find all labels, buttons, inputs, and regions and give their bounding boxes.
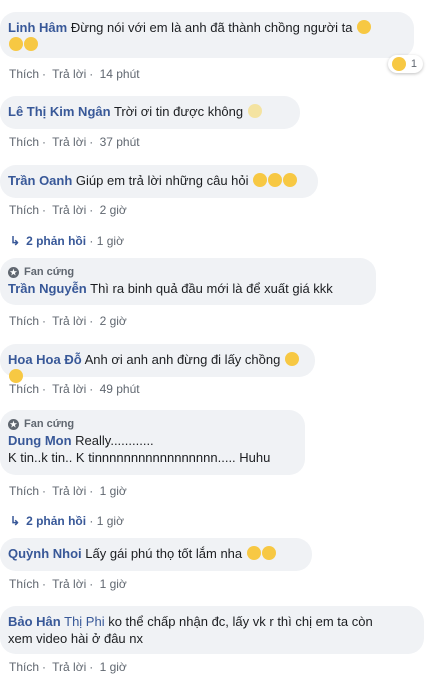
comment-actions: Thích · Trả lời · 2 giờ bbox=[9, 203, 127, 217]
comment-bubble-8: Bảo Hân Thị Phi ko thể chấp nhận đc, lấy… bbox=[0, 606, 424, 654]
reaction-count: 1 bbox=[410, 58, 417, 70]
comment-bubble-7: Quỳnh Nhoi Lấy gái phú thọ tốt lắm nha bbox=[0, 538, 312, 571]
timestamp[interactable]: 1 giờ bbox=[100, 577, 127, 591]
tired-face-emoji-icon bbox=[284, 352, 299, 366]
comment-text: Thì ra binh quả đầu mới là để xuất giá k… bbox=[90, 281, 333, 296]
like-button[interactable]: Thích bbox=[9, 577, 39, 591]
reply-time: 1 giờ bbox=[96, 514, 124, 528]
timestamp[interactable]: 14 phút bbox=[100, 67, 140, 81]
comment-actions: Thích · Trả lời · 1 giờ bbox=[9, 484, 127, 498]
top-fan-icon: ★ bbox=[8, 267, 19, 278]
like-button[interactable]: Thích bbox=[9, 314, 39, 328]
disappointed-emoji-icon bbox=[253, 173, 268, 187]
comment-actions: Thích · Trả lời · 1 giờ bbox=[9, 577, 127, 591]
comment-text: Trời ơi tin được không bbox=[113, 104, 244, 119]
comment-bubble-6: ★ Fan cứng Dung Mon Really............ K… bbox=[0, 410, 305, 475]
commenter-name[interactable]: Linh Hâm bbox=[8, 20, 67, 35]
smiling-emoji-icon bbox=[246, 546, 261, 560]
comment-actions: Thích · Trả lời · 14 phút bbox=[9, 67, 140, 81]
tired-face-emoji-icon bbox=[9, 369, 23, 383]
timestamp[interactable]: 1 giờ bbox=[100, 484, 127, 498]
reply-arrow-icon: ↳ bbox=[10, 234, 21, 248]
fan-badge-label: Fan cứng bbox=[24, 418, 75, 430]
fan-badge-label: Fan cứng bbox=[24, 266, 75, 278]
like-button[interactable]: Thích bbox=[9, 203, 39, 217]
like-button[interactable]: Thích bbox=[9, 660, 39, 674]
reply-button[interactable]: Trả lời bbox=[52, 67, 86, 81]
comment-actions: Thích · Trả lời · 37 phút bbox=[9, 135, 140, 149]
timestamp[interactable]: 49 phút bbox=[100, 382, 140, 396]
reply-button[interactable]: Trả lời bbox=[52, 135, 86, 149]
comment-bubble-5: Hoa Hoa Đỗ Anh ơi anh anh đừng đi lấy ch… bbox=[0, 344, 315, 383]
commenter-name[interactable]: Hoa Hoa Đỗ bbox=[8, 352, 82, 367]
like-button[interactable]: Thích bbox=[9, 135, 39, 149]
reply-button[interactable]: Trả lời bbox=[52, 203, 86, 217]
commenter-name[interactable]: Quỳnh Nhoi bbox=[8, 546, 82, 561]
comment-text: ko thể chấp nhận đc, lấy vk r thì chị em… bbox=[108, 614, 373, 629]
timestamp[interactable]: 2 giờ bbox=[100, 314, 127, 328]
comment-bubble-1: Linh Hâm Đừng nói với em là anh đã thành… bbox=[0, 12, 414, 58]
timestamp[interactable]: 1 giờ bbox=[100, 660, 127, 674]
reply-button[interactable]: Trả lời bbox=[52, 314, 86, 328]
reply-button[interactable]: Trả lời bbox=[52, 382, 86, 396]
top-fan-icon: ★ bbox=[8, 419, 19, 430]
reply-count[interactable]: 2 phản hồi bbox=[26, 514, 86, 528]
reply-button[interactable]: Trả lời bbox=[52, 577, 86, 591]
disappointed-emoji-icon bbox=[268, 173, 283, 187]
view-replies-link[interactable]: ↳ 2 phản hồi · 1 giờ bbox=[10, 234, 124, 248]
comment-text: Really............ bbox=[75, 433, 154, 448]
haha-reaction-icon bbox=[391, 57, 406, 71]
reply-count[interactable]: 2 phản hồi bbox=[26, 234, 86, 248]
comment-bubble-2: Lê Thị Kim Ngân Trời ơi tin được không bbox=[0, 96, 300, 129]
comment-text: Anh ơi anh anh đừng đi lấy chồng bbox=[84, 352, 281, 367]
fearful-emoji-icon bbox=[24, 37, 38, 51]
commenter-name[interactable]: Lê Thị Kim Ngân bbox=[8, 104, 111, 119]
comment-text: Lấy gái phú thọ tốt lắm nha bbox=[85, 546, 243, 561]
reply-time: 1 giờ bbox=[96, 234, 124, 248]
like-button[interactable]: Thích bbox=[9, 382, 39, 396]
comment-text-line-2: K tin..k tin.. K tinnnnnnnnnnnnnnnnn....… bbox=[8, 450, 271, 465]
moon-face-emoji-icon bbox=[247, 104, 262, 118]
mentioned-name[interactable]: Thị Phi bbox=[64, 614, 104, 629]
comment-text: Giúp em trả lời những câu hỏi bbox=[75, 173, 249, 188]
view-replies-link[interactable]: ↳ 2 phản hồi · 1 giờ bbox=[10, 514, 124, 528]
commenter-name[interactable]: Bảo Hân bbox=[8, 614, 61, 629]
comment-text-line-2: xem video hài ở đâu nx bbox=[8, 631, 143, 646]
comment-text: Đừng nói với em là anh đã thành chồng ng… bbox=[70, 20, 353, 35]
commenter-name[interactable]: Dung Mon bbox=[8, 433, 72, 448]
like-button[interactable]: Thích bbox=[9, 67, 39, 81]
comment-bubble-4: ★ Fan cứng Trần Nguyễn Thì ra binh quả đ… bbox=[0, 258, 376, 305]
timestamp[interactable]: 37 phút bbox=[100, 135, 140, 149]
comment-actions: Thích · Trả lời · 1 giờ bbox=[9, 660, 127, 674]
comment-actions: Thích · Trả lời · 49 phút bbox=[9, 382, 140, 396]
reply-arrow-icon: ↳ bbox=[10, 514, 21, 528]
fan-badge: ★ Fan cứng bbox=[8, 417, 295, 432]
disappointed-emoji-icon bbox=[283, 173, 298, 187]
reaction-count-badge[interactable]: 1 bbox=[387, 55, 423, 73]
fan-badge: ★ Fan cứng bbox=[8, 265, 366, 280]
timestamp[interactable]: 2 giờ bbox=[100, 203, 127, 217]
reply-button[interactable]: Trả lời bbox=[52, 484, 86, 498]
crying-emoji-icon bbox=[357, 20, 372, 34]
comment-actions: Thích · Trả lời · 2 giờ bbox=[9, 314, 127, 328]
commenter-name[interactable]: Trần Oanh bbox=[8, 173, 72, 188]
fearful-emoji-icon bbox=[9, 37, 23, 51]
comment-bubble-3: Trần Oanh Giúp em trả lời những câu hỏi bbox=[0, 165, 318, 198]
like-button[interactable]: Thích bbox=[9, 484, 39, 498]
reply-button[interactable]: Trả lời bbox=[52, 660, 86, 674]
smiling-emoji-icon bbox=[261, 546, 276, 560]
commenter-name[interactable]: Trần Nguyễn bbox=[8, 281, 87, 296]
